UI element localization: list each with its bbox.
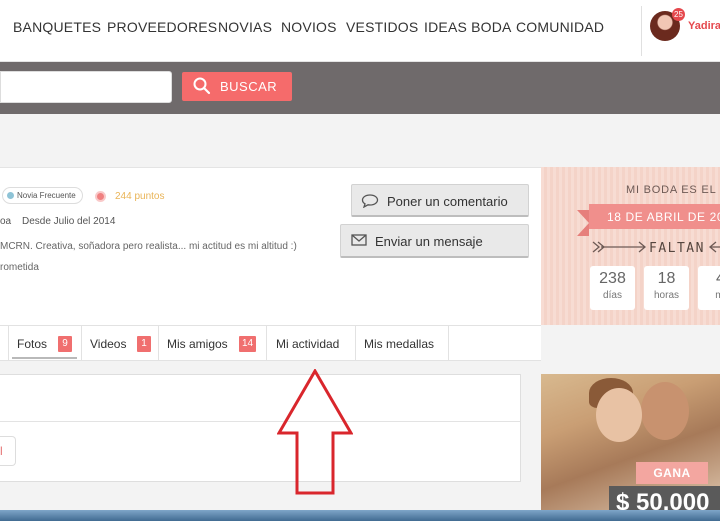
nav-divider <box>641 6 642 56</box>
tab-active-indicator <box>12 357 77 359</box>
post-comment-label: Poner un comentario <box>387 194 508 209</box>
hours-unit: horas <box>653 290 679 301</box>
envelope-icon <box>351 234 367 249</box>
panel-button-label: l <box>0 444 3 458</box>
send-message-label: Enviar un mensaje <box>375 234 483 249</box>
countdown-days: 238 días <box>590 266 635 310</box>
tab-amigos-count: 14 <box>239 336 257 352</box>
nav-proveedores[interactable]: PROVEEDORES <box>107 19 217 35</box>
tab-mis-amigos[interactable]: Mis amigos 14 <box>159 326 267 361</box>
tab-fotos[interactable]: Fotos 9 <box>9 326 82 361</box>
badge-dot-icon <box>7 192 14 199</box>
speech-bubble-icon <box>361 194 379 211</box>
profile-tabs: Fotos 9 Videos 1 Mis amigos 14 Mi activi… <box>0 325 541 361</box>
tab-videos-count: 1 <box>137 336 151 352</box>
minutes-value: 4 <box>698 270 720 288</box>
tab-medallas-label: Mis medallas <box>364 337 435 351</box>
panel-button[interactable]: l <box>0 436 16 466</box>
activity-panel <box>0 374 521 482</box>
tab-previous[interactable] <box>0 326 9 361</box>
ribbon-tail <box>577 210 589 236</box>
nav-novios[interactable]: NOVIOS <box>281 19 337 35</box>
countdown-minutes: 4 mi <box>698 266 720 310</box>
profile-status: rometida <box>0 262 39 273</box>
search-band: BUSCAR <box>0 62 720 114</box>
nav-banquetes[interactable]: BANQUETES <box>13 19 101 35</box>
tab-videos[interactable]: Videos 1 <box>82 326 159 361</box>
member-since: Desde Julio del 2014 <box>22 216 116 227</box>
search-button[interactable]: BUSCAR <box>182 72 292 101</box>
tab-mis-medallas[interactable]: Mis medallas <box>356 326 449 361</box>
countdown-hours: 18 horas <box>644 266 689 310</box>
annotation-arrow-icon <box>276 368 354 502</box>
search-input[interactable] <box>0 71 172 103</box>
nav-comunidad[interactable]: COMUNIDAD <box>516 19 604 35</box>
post-comment-button[interactable]: Poner un comentario <box>351 184 529 217</box>
wedding-countdown: MI BODA ES EL 18 DE ABRIL DE 20 FALTAN 2… <box>541 167 720 325</box>
badge-label: Novia Frecuente <box>17 191 76 200</box>
search-button-label: BUSCAR <box>220 79 278 94</box>
faltan-label: FALTAN <box>649 241 705 256</box>
nav-vestidos[interactable]: VESTIDOS <box>346 19 418 35</box>
tab-actividad-label: Mi actividad <box>276 337 340 351</box>
groom-photo <box>641 382 689 440</box>
username-link[interactable]: Yadira <box>688 20 720 32</box>
tab-amigos-label: Mis amigos <box>167 337 228 351</box>
frequent-bride-badge: Novia Frecuente <box>2 187 83 204</box>
tab-mi-actividad[interactable]: Mi actividad <box>267 326 356 361</box>
panel-divider <box>0 421 520 422</box>
os-taskbar <box>0 510 720 521</box>
ad-gana-label: GANA <box>636 462 708 484</box>
search-icon <box>192 76 212 101</box>
days-value: 238 <box>599 270 626 287</box>
bride-photo <box>596 388 642 442</box>
spacer-band <box>0 114 720 167</box>
nav-ideas-boda[interactable]: IDEAS BODA <box>424 19 512 35</box>
tab-fotos-count: 9 <box>58 336 72 352</box>
hours-value: 18 <box>657 270 676 287</box>
countdown-title: MI BODA ES EL <box>626 184 717 196</box>
contest-ad-banner[interactable]: GANA $ 50.000 <box>541 374 720 521</box>
minutes-unit: mi <box>715 290 720 301</box>
days-unit: días <box>603 290 622 301</box>
nav-novias[interactable]: NOVIAS <box>218 19 272 35</box>
points-count: 244 puntos <box>115 191 165 202</box>
notification-badge[interactable]: 25 <box>672 8 685 21</box>
top-navigation: BANQUETES PROVEEDORES NOVIAS NOVIOS VEST… <box>0 0 720 62</box>
profile-bio: MCRN. Creativa, soñadora pero realista..… <box>0 241 297 252</box>
points-icon <box>95 191 106 202</box>
send-message-button[interactable]: Enviar un mensaje <box>340 224 529 258</box>
tab-videos-label: Videos <box>90 337 127 351</box>
profile-role: oa <box>0 216 12 227</box>
tab-fotos-label: Fotos <box>17 337 48 351</box>
wedding-date: 18 DE ABRIL DE 20 <box>607 210 720 224</box>
